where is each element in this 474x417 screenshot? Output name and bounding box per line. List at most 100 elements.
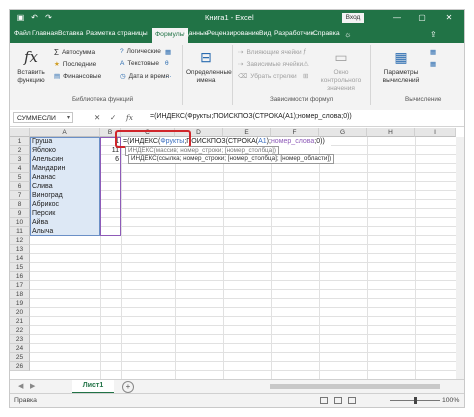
chevron-down-icon[interactable]: ▾ <box>67 113 70 124</box>
undo-icon[interactable]: ↶ <box>30 13 39 22</box>
row-header[interactable]: 16 <box>10 272 30 281</box>
tab-formulas[interactable]: Формулы <box>152 28 188 43</box>
fruit-cell[interactable]: Айва <box>30 218 100 227</box>
tab-page-layout[interactable]: Разметка страницы <box>86 30 148 37</box>
row-header[interactable]: 18 <box>10 290 30 299</box>
row-header[interactable]: 12 <box>10 236 30 245</box>
row-header[interactable]: 19 <box>10 299 30 308</box>
tab-data[interactable]: Данные <box>184 30 209 37</box>
row-header[interactable]: 21 <box>10 317 30 326</box>
vertical-scrollbar[interactable] <box>456 137 464 379</box>
normal-view-icon[interactable] <box>320 397 328 404</box>
fx-icon[interactable]: fx <box>126 113 133 122</box>
row-header[interactable]: 3 <box>10 155 30 164</box>
zoom-level[interactable]: 100% <box>442 397 459 404</box>
defined-names-button[interactable]: ⊟ Определенные имена <box>186 47 232 85</box>
text-button[interactable]: A Текстовые <box>120 60 159 67</box>
select-all-corner[interactable] <box>10 128 30 137</box>
recent-button[interactable]: ★ Последние <box>54 60 96 69</box>
tab-insert[interactable]: Вставка <box>58 30 83 37</box>
tab-view[interactable]: Вид <box>259 30 271 37</box>
evaluate-button[interactable]: ⊞ <box>303 72 308 80</box>
column-header-e[interactable]: E <box>223 128 271 137</box>
fruit-cell[interactable]: Яблоко <box>30 146 100 155</box>
prev-sheet-icon[interactable]: ◀ <box>18 382 23 390</box>
row-header[interactable]: 1 <box>10 137 30 146</box>
row-header[interactable]: 22 <box>10 326 30 335</box>
row-header[interactable]: 11 <box>10 227 30 236</box>
remove-arrows-button[interactable]: ⌫ Убрать стрелки <box>238 72 297 81</box>
zoom-slider-thumb[interactable] <box>414 397 417 404</box>
word-number-cell[interactable]: 6 <box>100 155 121 164</box>
cancel-icon[interactable]: ✕ <box>94 113 100 122</box>
close-button[interactable]: ✕ <box>442 12 456 24</box>
redo-icon[interactable]: ↷ <box>44 13 53 22</box>
row-header[interactable]: 4 <box>10 164 30 173</box>
fruit-cell[interactable]: Груша <box>30 137 100 146</box>
calc-sheet-button[interactable]: ▦ <box>430 60 436 68</box>
math-button[interactable]: θ <box>165 60 169 67</box>
page-layout-icon[interactable] <box>334 397 342 404</box>
row-header[interactable]: 7 <box>10 191 30 200</box>
row-header[interactable]: 17 <box>10 281 30 290</box>
column-header-h[interactable]: H <box>367 128 415 137</box>
fruit-cell[interactable]: Слива <box>30 182 100 191</box>
row-header[interactable]: 20 <box>10 308 30 317</box>
watch-window-button[interactable]: ▭ Окно контрольного значения <box>316 47 366 93</box>
column-header-g[interactable]: G <box>319 128 367 137</box>
fruit-cell[interactable]: Виноград <box>30 191 100 200</box>
trace-precedents-button[interactable]: ⇢ Влияющие ячейки <box>238 48 302 57</box>
row-header[interactable]: 24 <box>10 344 30 353</box>
error-check-button[interactable]: ⚠ <box>303 60 309 68</box>
minimize-button[interactable]: — <box>390 12 404 24</box>
lightbulb-icon[interactable]: ☼ <box>344 30 351 39</box>
share-icon[interactable]: ⇪ <box>430 30 437 39</box>
tab-home[interactable]: Главная <box>32 30 58 37</box>
save-icon[interactable]: ▣ <box>16 13 25 22</box>
lookup-button[interactable]: ▦ <box>165 48 171 56</box>
signin-button[interactable]: Вход <box>342 13 364 23</box>
trace-dependents-button[interactable]: ⇢ Зависимые ячейки <box>238 60 303 69</box>
formula-input[interactable]: =(ИНДЕКС(Фрукты;ПОИСКПОЗ(СТРОКА(A1);номе… <box>150 113 352 120</box>
row-header[interactable]: 26 <box>10 362 30 371</box>
column-header-f[interactable]: F <box>271 128 319 137</box>
row-header[interactable]: 5 <box>10 173 30 182</box>
horizontal-scrollbar[interactable] <box>270 384 440 389</box>
tab-review[interactable]: Рецензирование <box>207 30 259 37</box>
row-header[interactable]: 8 <box>10 200 30 209</box>
fruit-cell[interactable]: Абрикос <box>30 200 100 209</box>
sheet-tab-list1[interactable]: Лист1 <box>72 380 114 394</box>
row-header[interactable]: 9 <box>10 209 30 218</box>
tab-developer[interactable]: Разработчик <box>274 30 314 37</box>
enter-icon[interactable]: ✓ <box>110 113 116 122</box>
row-header[interactable]: 13 <box>10 245 30 254</box>
fruit-cell[interactable]: Апельсин <box>30 155 100 164</box>
calc-now-button[interactable]: ▦ <box>430 48 436 56</box>
row-header[interactable]: 15 <box>10 263 30 272</box>
row-header[interactable]: 2 <box>10 146 30 155</box>
logical-button[interactable]: ? Логические <box>120 48 161 55</box>
more-functions-button[interactable]: … <box>165 72 172 79</box>
tab-file[interactable]: Файл <box>14 30 31 37</box>
calc-options-button[interactable]: ▦ Параметры вычислений <box>378 47 424 85</box>
financial-button[interactable]: ▤ Финансовые <box>54 72 101 81</box>
fruit-cell[interactable]: Мандарин <box>30 164 100 173</box>
column-header-i[interactable]: I <box>415 128 456 137</box>
tab-help[interactable]: Справка <box>313 30 340 37</box>
row-header[interactable]: 14 <box>10 254 30 263</box>
fruit-cell[interactable]: Ананас <box>30 173 100 182</box>
page-break-icon[interactable] <box>348 397 356 404</box>
name-box[interactable]: СУММЕСЛИ ▾ <box>13 112 73 123</box>
row-header[interactable]: 25 <box>10 353 30 362</box>
next-sheet-icon[interactable]: ▶ <box>30 382 35 390</box>
row-header[interactable]: 10 <box>10 218 30 227</box>
row-header[interactable]: 6 <box>10 182 30 191</box>
show-formulas-button[interactable]: ƒ <box>303 48 307 55</box>
spreadsheet-grid[interactable]: A B C D E F G H I 1 2 3 4 5 6 7 8 9 10 11 12 13 14 15 1… <box>10 128 464 379</box>
add-sheet-icon[interactable]: + <box>122 381 134 393</box>
insert-function-button[interactable]: fx Вставить функцию <box>14 47 48 85</box>
restore-button[interactable]: ▢ <box>415 12 429 24</box>
autosum-button[interactable]: Σ Автосумма <box>54 48 95 57</box>
row-header[interactable]: 23 <box>10 335 30 344</box>
fruit-cell[interactable]: Алыча <box>30 227 100 236</box>
